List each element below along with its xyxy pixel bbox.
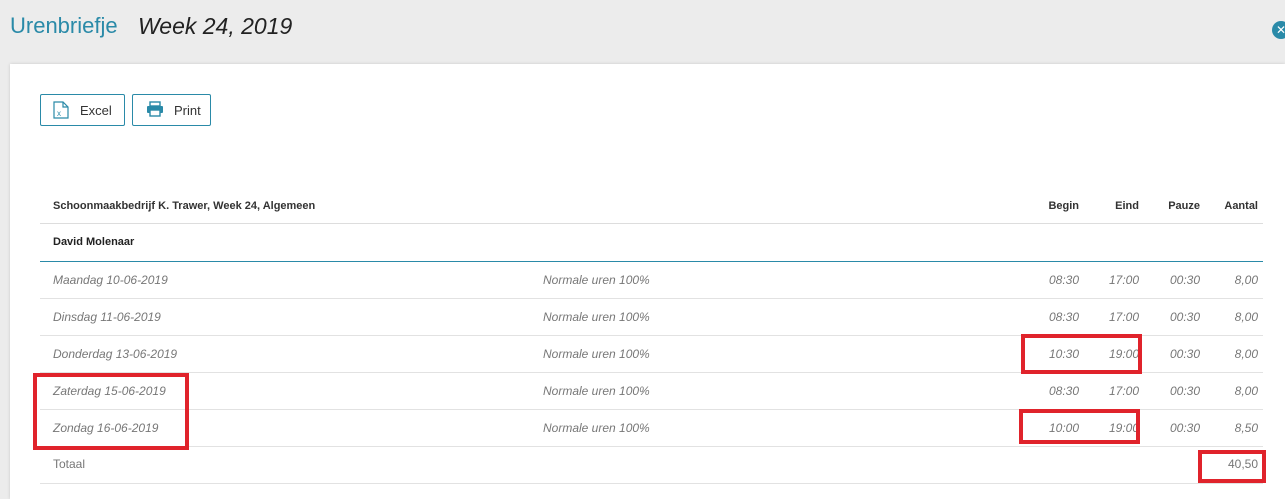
table-row: Dinsdag 11-06-2019 Normale uren 100% 08:…	[40, 299, 1263, 336]
print-button-label: Print	[174, 102, 201, 118]
row-aantal: 8,50	[1234, 421, 1258, 435]
column-header-aantal: Aantal	[1224, 200, 1258, 212]
total-row: Totaal 40,50	[40, 447, 1263, 484]
close-icon[interactable]: ✕	[1272, 21, 1285, 39]
row-pauze: 00:30	[1169, 310, 1200, 324]
excel-file-icon: x	[53, 101, 71, 119]
print-button[interactable]: Print	[132, 94, 211, 126]
row-begin: 08:30	[1048, 384, 1079, 398]
row-eind: 17:00	[1108, 273, 1139, 287]
highlight-box	[1019, 409, 1140, 444]
row-type: Normale uren 100%	[543, 310, 650, 324]
column-header-eind: Eind	[1115, 200, 1139, 212]
row-type: Normale uren 100%	[543, 384, 650, 398]
person-name: David Molenaar	[53, 236, 135, 248]
column-header-begin: Begin	[1048, 200, 1079, 212]
highlight-box	[33, 373, 189, 450]
row-pauze: 00:30	[1169, 384, 1200, 398]
row-day: Dinsdag 11-06-2019	[53, 310, 161, 324]
highlight-box	[1198, 450, 1266, 483]
row-pauze: 00:30	[1169, 347, 1200, 361]
page-title: Urenbriefje	[10, 13, 118, 38]
page-header: Urenbriefje Week 24, 2019 ✕	[0, 0, 1285, 60]
row-aantal: 8,00	[1234, 273, 1258, 287]
highlight-box	[1021, 334, 1142, 374]
column-header-pauze: Pauze	[1168, 200, 1200, 212]
timesheet-panel: x Excel Print Schoonmaakbedrijf K. Trawe…	[10, 64, 1285, 499]
row-begin: 08:30	[1048, 310, 1079, 324]
svg-text:x: x	[57, 109, 61, 118]
printer-icon	[146, 101, 164, 119]
row-begin: 08:30	[1048, 273, 1079, 287]
row-aantal: 8,00	[1234, 310, 1258, 324]
row-type: Normale uren 100%	[543, 273, 650, 287]
excel-button[interactable]: x Excel	[40, 94, 125, 126]
row-aantal: 8,00	[1234, 347, 1258, 361]
total-label: Totaal	[53, 457, 86, 471]
table-row: Maandag 10-06-2019 Normale uren 100% 08:…	[40, 262, 1263, 299]
table-title: Schoonmaakbedrijf K. Trawer, Week 24, Al…	[53, 200, 316, 212]
week-title: Week 24, 2019	[138, 13, 293, 39]
person-row: David Molenaar	[40, 224, 1263, 262]
row-pauze: 00:30	[1169, 421, 1200, 435]
row-type: Normale uren 100%	[543, 347, 650, 361]
row-day: Donderdag 13-06-2019	[53, 347, 178, 361]
row-type: Normale uren 100%	[543, 421, 650, 435]
excel-button-label: Excel	[80, 102, 112, 118]
table-row: Zaterdag 15-06-2019 Normale uren 100% 08…	[40, 373, 1263, 410]
row-day: Maandag 10-06-2019	[53, 273, 168, 287]
row-aantal: 8,00	[1234, 384, 1258, 398]
table-header: Schoonmaakbedrijf K. Trawer, Week 24, Al…	[40, 187, 1263, 224]
row-eind: 17:00	[1108, 384, 1139, 398]
row-pauze: 00:30	[1169, 273, 1200, 287]
row-eind: 17:00	[1108, 310, 1139, 324]
